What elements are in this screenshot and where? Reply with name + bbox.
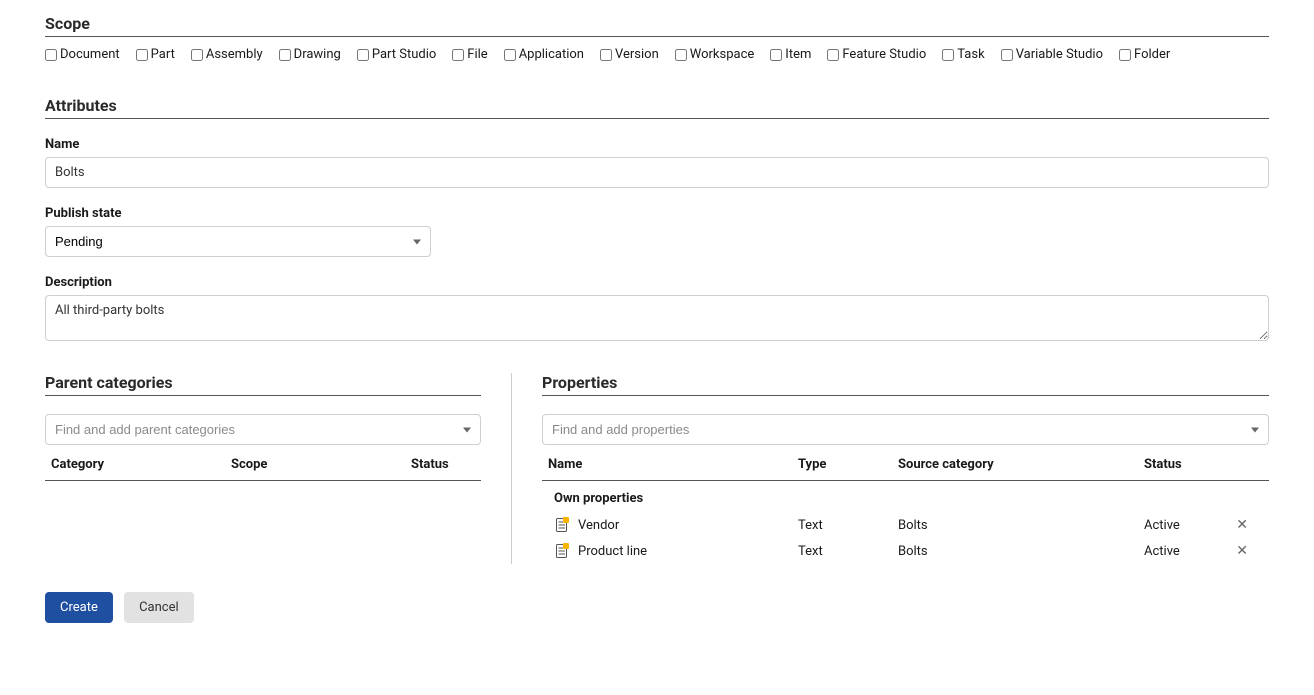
scope-checkbox[interactable] [770,49,782,61]
description-textarea[interactable] [45,295,1269,341]
parent-categories-section-title: Parent categories [45,373,481,396]
property-row: Vendor Text Bolts Active ✕ [542,512,1269,538]
scope-option-task[interactable]: Task [942,47,984,62]
scope-option-part[interactable]: Part [136,47,175,62]
scope-option-assembly[interactable]: Assembly [191,47,263,62]
scope-option-label: Variable Studio [1016,47,1103,62]
scope-option-label: Part [151,47,175,62]
scope-option-variable-studio[interactable]: Variable Studio [1001,47,1103,62]
scope-option-feature-studio[interactable]: Feature Studio [827,47,926,62]
scope-option-label: Application [519,47,584,62]
scope-option-file[interactable]: File [452,47,487,62]
properties-search[interactable] [542,414,1269,445]
scope-option-label: Item [785,47,811,62]
scope-option-item[interactable]: Item [770,47,811,62]
scope-option-label: Assembly [206,47,263,62]
property-source: Bolts [898,544,1144,559]
publish-state-select[interactable]: Pending [45,226,431,257]
scope-option-label: Feature Studio [842,47,926,62]
scope-option-document[interactable]: Document [45,47,120,62]
column-header-category: Category [51,457,231,472]
create-button[interactable]: Create [45,592,113,623]
publish-state-value: Pending [55,234,103,249]
scope-checkbox[interactable] [191,49,203,61]
column-header-source: Source category [898,457,1144,472]
publish-state-label: Publish state [45,206,1269,221]
scope-checkbox[interactable] [675,49,687,61]
property-row: Product line Text Bolts Active ✕ [542,538,1269,564]
column-header-name: Name [548,457,798,472]
scope-option-list: Document Part Assembly Drawing Part Stud… [45,41,1269,66]
scope-checkbox[interactable] [279,49,291,61]
parent-categories-table-header: Category Scope Status [45,445,481,481]
properties-group-own: Own properties [542,481,1269,512]
remove-property-button[interactable]: ✕ [1236,517,1248,533]
properties-section-title: Properties [542,373,1269,396]
scope-option-label: Folder [1134,47,1170,62]
scope-option-folder[interactable]: Folder [1119,47,1170,62]
property-type: Text [798,518,898,533]
scope-option-label: Workspace [690,47,755,62]
column-header-scope: Scope [231,457,411,472]
property-name: Product line [578,544,647,559]
scope-checkbox[interactable] [45,49,57,61]
scope-checkbox[interactable] [357,49,369,61]
property-icon [554,543,570,559]
scope-option-label: Document [60,47,120,62]
property-name: Vendor [578,518,619,533]
cancel-button[interactable]: Cancel [124,592,194,623]
scope-option-label: Version [615,47,659,62]
scope-option-version[interactable]: Version [600,47,659,62]
properties-table-header: Name Type Source category Status [542,445,1269,481]
attributes-section-title: Attributes [45,96,1269,119]
property-icon [554,517,570,533]
scope-option-part-studio[interactable]: Part Studio [357,47,436,62]
scope-option-label: File [467,47,487,62]
scope-checkbox[interactable] [452,49,464,61]
scope-option-label: Task [957,47,984,62]
property-status: Active [1144,544,1224,559]
scope-option-application[interactable]: Application [504,47,584,62]
scope-checkbox[interactable] [136,49,148,61]
scope-checkbox[interactable] [1119,49,1131,61]
column-header-status: Status [411,457,475,472]
scope-checkbox[interactable] [1001,49,1013,61]
scope-checkbox[interactable] [942,49,954,61]
description-label: Description [45,275,1269,290]
scope-option-workspace[interactable]: Workspace [675,47,755,62]
scope-option-label: Drawing [294,47,341,62]
parent-categories-search[interactable] [45,414,481,445]
property-type: Text [798,544,898,559]
name-input[interactable] [45,157,1269,188]
column-header-type: Type [798,457,898,472]
scope-checkbox[interactable] [827,49,839,61]
scope-option-drawing[interactable]: Drawing [279,47,341,62]
remove-property-button[interactable]: ✕ [1236,543,1248,559]
column-header-status: Status [1144,457,1224,472]
scope-checkbox[interactable] [504,49,516,61]
name-label: Name [45,137,1269,152]
scope-section-title: Scope [45,14,1269,37]
scope-checkbox[interactable] [600,49,612,61]
property-source: Bolts [898,518,1144,533]
property-status: Active [1144,518,1224,533]
scope-option-label: Part Studio [372,47,436,62]
